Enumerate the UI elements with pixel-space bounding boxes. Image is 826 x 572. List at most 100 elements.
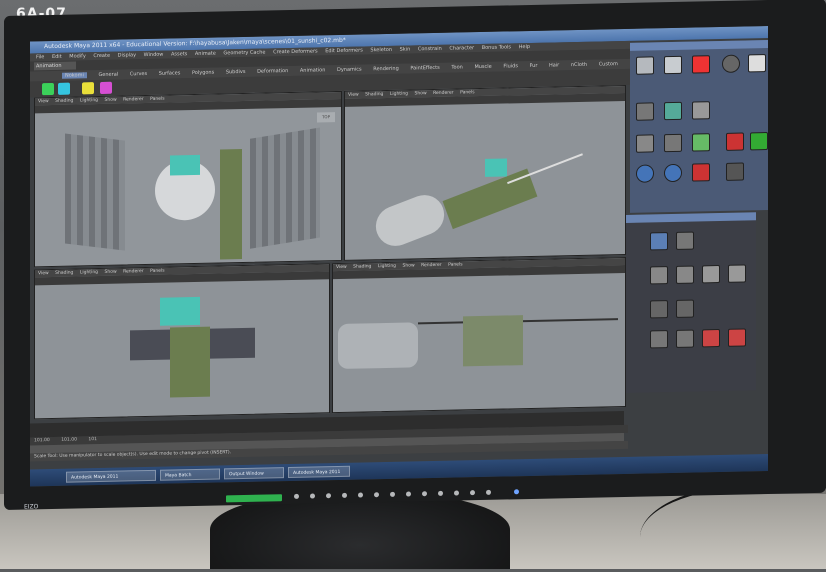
monitor-button[interactable] (454, 490, 459, 496)
menu-character[interactable]: Character (449, 45, 474, 52)
shelf-icon-tool-1[interactable] (636, 102, 654, 121)
menu-create-deformers[interactable]: Create Deformers (273, 48, 318, 55)
shelf-icon-tool-6[interactable] (692, 133, 710, 152)
panel-icon-10[interactable] (676, 329, 694, 348)
power-button[interactable] (514, 489, 519, 495)
viewport-bottom-left[interactable]: View Shading Lighting Show Renderer Pane… (34, 263, 330, 420)
panel-icon-7[interactable] (650, 300, 668, 319)
panel-icon-5[interactable] (702, 265, 720, 284)
panel-icon-1[interactable] (650, 232, 668, 251)
menu-display[interactable]: Display (118, 52, 136, 58)
shelf-tab-dynamics[interactable]: Dynamics (337, 67, 362, 74)
panel-icon-2[interactable] (676, 231, 694, 250)
shelf-icon-tool-8[interactable] (664, 163, 682, 183)
viewport-menu-lighting[interactable]: Lighting (80, 270, 98, 275)
range-end-field[interactable]: 101.00 (61, 437, 77, 442)
viewport-menu-panels[interactable]: Panels (150, 269, 164, 274)
viewport-menu-lighting[interactable]: Lighting (80, 98, 98, 103)
panel-icon-12[interactable] (728, 328, 746, 347)
monitor-button[interactable] (390, 491, 395, 497)
monitor-button[interactable] (294, 493, 299, 499)
shelf-tab-rendering[interactable]: Rendering (373, 66, 399, 73)
taskbar-item[interactable]: Autodesk Maya 2011 (288, 465, 350, 479)
shelf-icon-cube[interactable] (748, 54, 766, 73)
shelf-tab-subdivs[interactable]: Subdivs (226, 69, 246, 75)
shelf-tab-toon[interactable]: Toon (451, 64, 463, 70)
viewport-menu-shading[interactable]: Shading (55, 271, 73, 276)
menu-constrain[interactable]: Constrain (418, 46, 442, 53)
range-current-field[interactable]: 101 (88, 437, 97, 442)
shelf-icon-green[interactable] (42, 82, 54, 96)
shelf-icon-yellow[interactable] (82, 82, 94, 95)
menu-file[interactable]: File (36, 54, 44, 60)
viewport-menu-panels[interactable]: Panels (150, 97, 164, 102)
shelf-tab-deformation[interactable]: Deformation (257, 68, 288, 75)
shelf-tab-ncloth[interactable]: nCloth (571, 62, 587, 68)
viewport-menu-renderer[interactable]: Renderer (433, 91, 454, 96)
taskbar-item[interactable]: Autodesk Maya 2011 (66, 469, 156, 483)
panel-icon-11[interactable] (702, 329, 720, 348)
viewport-menu-renderer[interactable]: Renderer (123, 269, 144, 274)
menu-geometry-cache[interactable]: Geometry Cache (223, 50, 265, 57)
shelf-tab-polygons[interactable]: Polygons (192, 70, 214, 76)
viewport-menu-shading[interactable]: Shading (365, 92, 383, 97)
viewport-menu-view[interactable]: View (38, 99, 49, 104)
shelf-tab-hair[interactable]: Hair (549, 62, 559, 68)
shelf-tab-muscle[interactable]: Muscle (474, 64, 491, 70)
shelf-tab-custom[interactable]: Custom (599, 61, 618, 67)
menu-animate[interactable]: Animate (195, 51, 216, 57)
viewport-menu-renderer[interactable]: Renderer (421, 263, 442, 268)
panel-icon-4[interactable] (676, 265, 694, 284)
panel-icon-9[interactable] (650, 330, 668, 349)
viewport-menu-shading[interactable]: Shading (55, 99, 73, 104)
shelf-tab-curves[interactable]: Curves (130, 71, 147, 77)
mode-select[interactable]: Animation (34, 61, 76, 71)
menu-modify[interactable]: Modify (69, 53, 86, 59)
menu-skin[interactable]: Skin (400, 46, 411, 52)
shelf-icon-magenta[interactable] (100, 81, 112, 94)
shelf-tab-surfaces[interactable]: Surfaces (159, 70, 181, 76)
viewport-menu-show[interactable]: Show (104, 270, 116, 275)
monitor-button[interactable] (470, 490, 475, 496)
monitor-button[interactable] (406, 491, 411, 497)
viewport-menu-shading[interactable]: Shading (353, 264, 371, 269)
shelf-icon-tool-5[interactable] (664, 133, 682, 153)
viewport-menu-show[interactable]: Show (402, 263, 414, 268)
viewport-menu-show[interactable]: Show (414, 91, 426, 96)
shelf-icon-green-curve[interactable] (750, 131, 768, 151)
shelf-icon-red-curve[interactable] (726, 132, 744, 151)
viewport-menu-view[interactable]: View (38, 271, 49, 276)
shelf-tab-fur[interactable]: Fur (530, 63, 538, 69)
shelf-icon-red-arrows[interactable] (692, 55, 710, 74)
panel-icon-8[interactable] (676, 299, 694, 318)
viewport-menu-show[interactable]: Show (104, 98, 116, 103)
monitor-button[interactable] (358, 492, 363, 498)
shelf-icon-grid[interactable] (664, 55, 682, 75)
monitor-button[interactable] (422, 491, 427, 497)
monitor-button[interactable] (326, 493, 331, 499)
shelf-icon-cyan[interactable] (58, 82, 70, 95)
viewport-menu-renderer[interactable]: Renderer (123, 97, 144, 102)
viewport-menu-panels[interactable]: Panels (448, 262, 462, 267)
shelf-tab-general[interactable]: General (98, 72, 118, 78)
viewport-menu-lighting[interactable]: Lighting (378, 264, 396, 269)
viewport-top-left[interactable]: View Shading Lighting Show Renderer Pane… (34, 90, 342, 268)
taskbar-item[interactable]: Maya Batch (160, 468, 220, 481)
viewport-bottom-right[interactable]: View Shading Lighting Show Renderer Pane… (332, 256, 626, 414)
viewport-menu-panels[interactable]: Panels (460, 90, 474, 95)
shelf-icon-tool-7[interactable] (636, 164, 654, 183)
shelf-icon-tool-9[interactable] (692, 163, 710, 182)
taskbar-item[interactable]: Output Window (224, 467, 284, 480)
menu-bonus-tools[interactable]: Bonus Tools (482, 44, 511, 51)
viewport-top-right[interactable]: View Shading Lighting Show Renderer Pane… (344, 84, 626, 261)
shelf-icon-tool-10[interactable] (726, 162, 744, 181)
shelf-tab-animation[interactable]: Animation (300, 67, 326, 74)
shelf-tab-nokomi[interactable]: Nokomi (62, 72, 87, 79)
panel-icon-6[interactable] (728, 264, 746, 283)
shelf-icon-tool-4[interactable] (636, 134, 654, 153)
menu-edit-deformers[interactable]: Edit Deformers (325, 47, 363, 54)
shelf-icon-sphere[interactable] (636, 56, 654, 75)
menu-skeleton[interactable]: Skeleton (370, 47, 392, 53)
viewport-menu-view[interactable]: View (348, 93, 359, 98)
shelf-icon-tool-2[interactable] (664, 101, 682, 121)
